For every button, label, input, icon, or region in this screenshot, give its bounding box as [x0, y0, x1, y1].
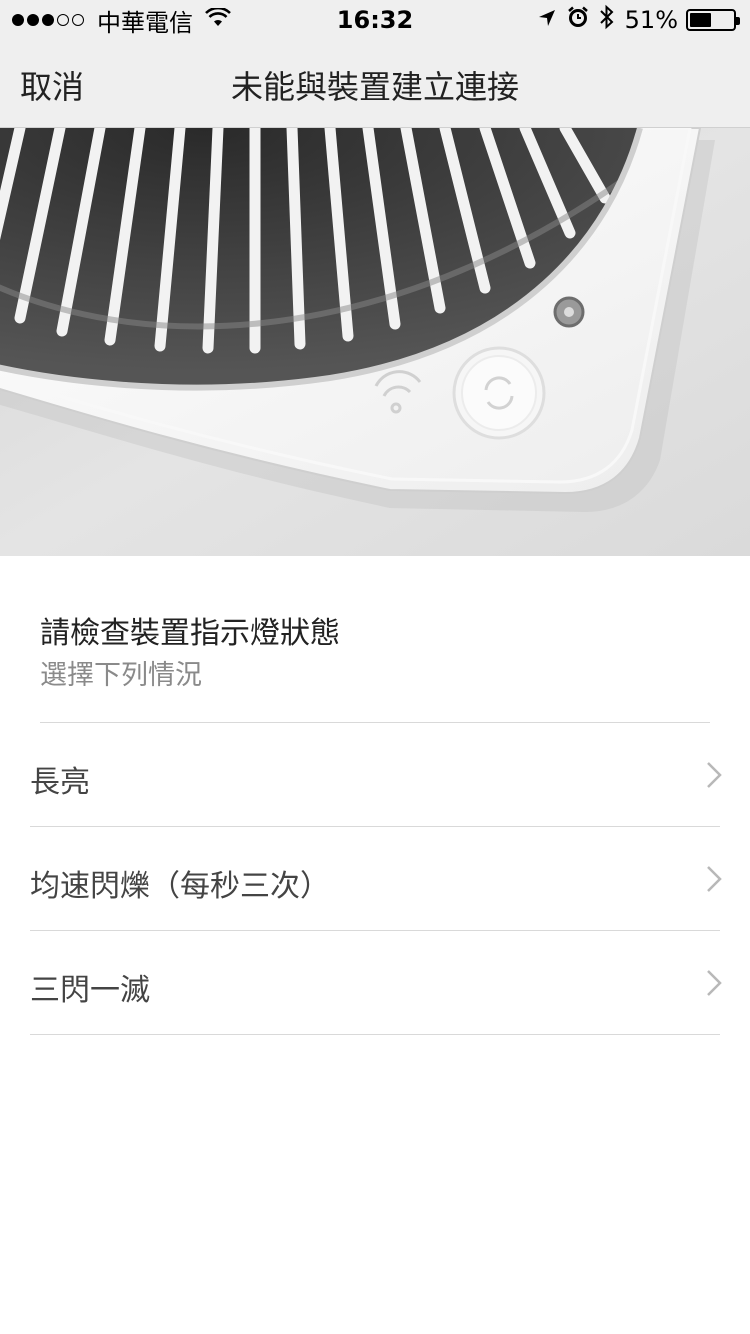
- option-solid-light[interactable]: 長亮: [0, 723, 750, 827]
- bluetooth-icon: [589, 4, 615, 36]
- battery-level: [690, 13, 711, 27]
- option-label: 均速閃爍（每秒三次）: [30, 869, 330, 904]
- screen: 中華電信 16:32 51% 取消 未能與裝置建立連接 請檢查裝置指示燈狀態 選…: [0, 0, 750, 1334]
- option-fast-blink[interactable]: 均速閃爍（每秒三次）: [0, 827, 750, 931]
- instructions-heading: 請檢查裝置指示燈狀態: [40, 616, 340, 651]
- alarm-clock-icon: [557, 6, 589, 34]
- option-label: 長亮: [30, 765, 90, 800]
- option-label: 三閃一滅: [30, 973, 150, 1008]
- status-bar: 中華電信 16:32 51%: [0, 0, 750, 40]
- page-title: 未能與裝置建立連接: [230, 68, 519, 106]
- device-illustration: [0, 128, 750, 556]
- navigation-bar: 取消 未能與裝置建立連接: [0, 40, 750, 128]
- chevron-right-icon: [706, 865, 722, 897]
- battery-percent: 51%: [624, 6, 678, 34]
- option-three-blinks-one-off[interactable]: 三閃一滅: [0, 931, 750, 1035]
- chevron-right-icon: [706, 969, 722, 1001]
- chevron-right-icon: [706, 761, 722, 793]
- divider: [30, 1034, 720, 1035]
- instructions-subheading: 選擇下列情況: [40, 660, 202, 691]
- status-bar-right: 51%: [527, 4, 740, 36]
- location-arrow-icon: [527, 6, 557, 34]
- battery-icon: [686, 9, 740, 31]
- indicator-options-list: 長亮 均速閃爍（每秒三次） 三閃一滅: [0, 723, 750, 1035]
